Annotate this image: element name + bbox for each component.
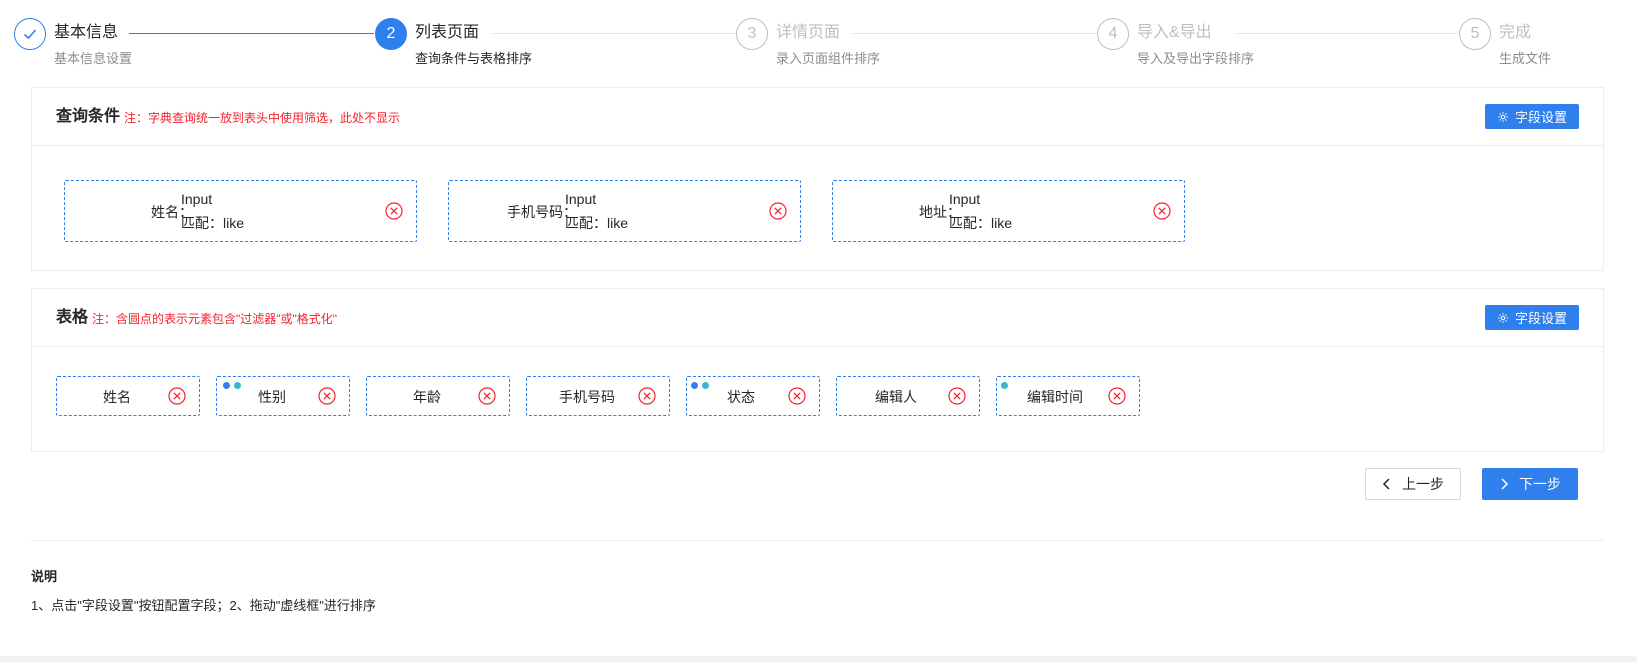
query-item-phone[interactable]: 手机号码： Input 匹配：like [448,180,801,242]
remove-circle-icon[interactable] [1107,386,1127,406]
query-item-name[interactable]: 姓名： Input 匹配：like [64,180,417,242]
chevron-right-icon [1501,478,1509,490]
query-title: 查询条件 [56,108,121,125]
format-dot [702,382,709,389]
next-step-label: 下一步 [1519,476,1561,492]
step-number: 4 [1097,18,1129,50]
remove-circle-icon[interactable] [384,201,404,221]
step-title: 基本信息 [54,24,119,41]
query-item-type: Input [181,191,213,207]
divider [31,540,1604,541]
step-desc: 导入及导出字段排序 [1137,51,1255,66]
chevron-left-icon [1382,478,1390,490]
query-item-address[interactable]: 地址： Input 匹配：like [832,180,1185,242]
remove-circle-icon[interactable] [787,386,807,406]
table-field-settings-label: 字段设置 [1514,311,1567,326]
column-label: 编辑时间 [1027,389,1083,405]
step-desc: 录入页面组件排序 [776,51,881,66]
step-list-page[interactable]: 2 列表页面 查询条件与表格排序 [375,16,736,76]
column-item-age[interactable]: 年龄 [366,376,510,416]
remove-circle-icon[interactable] [477,386,497,406]
description-title: 说明 [31,569,58,584]
step-import-export[interactable]: 4 导入&导出 导入及导出字段排序 [1097,16,1458,76]
bottom-strip [0,656,1637,662]
filter-dot [691,382,698,389]
step-desc: 基本信息设置 [54,51,133,66]
gear-icon [1498,312,1508,323]
step-title: 列表页面 [415,24,480,41]
step-title: 导入&导出 [1137,24,1212,41]
remove-circle-icon[interactable] [1152,201,1172,221]
column-label: 状态 [727,389,755,405]
format-dot [234,382,241,389]
column-label: 年龄 [413,389,441,405]
table-note: 注：含圆点的表示元素包含"过滤器"或"格式化" [92,312,338,326]
column-item-gender[interactable]: 性别 [216,376,350,416]
remove-circle-icon[interactable] [167,386,187,406]
table-field-settings-button[interactable]: 字段设置 [1485,305,1579,330]
prev-step-button[interactable]: 上一步 [1365,468,1461,500]
step-number: 2 [375,18,407,50]
query-card: 查询条件 注：字典查询统一放到表头中使用筛选，此处不显示 字段设置 姓名： In… [31,87,1604,271]
step-basic-info[interactable]: 基本信息 基本信息设置 [14,16,375,76]
column-item-status[interactable]: 状态 [686,376,820,416]
step-number: 3 [736,18,768,50]
column-item-phone[interactable]: 手机号码 [526,376,670,416]
filter-dot [223,382,230,389]
remove-circle-icon[interactable] [768,201,788,221]
query-item-match: 匹配：like [949,215,1013,231]
check-icon [14,18,46,50]
column-item-editor[interactable]: 编辑人 [836,376,980,416]
step-desc: 查询条件与表格排序 [415,51,533,66]
column-label: 姓名 [103,389,131,405]
column-label: 性别 [258,389,286,405]
steps-bar: 基本信息 基本信息设置 2 列表页面 查询条件与表格排序 3 详情页面 录入页面… [14,16,1624,76]
column-item-name[interactable]: 姓名 [56,376,200,416]
column-item-edit-time[interactable]: 编辑时间 [996,376,1140,416]
query-card-header: 查询条件 注：字典查询统一放到表头中使用筛选，此处不显示 字段设置 [32,88,1603,146]
step-number: 5 [1459,18,1491,50]
query-item-match: 匹配：like [565,215,629,231]
format-dot [1001,382,1008,389]
query-item-match: 匹配：like [181,215,245,231]
query-item-type: Input [565,191,597,207]
remove-circle-icon[interactable] [317,386,337,406]
step-detail-page[interactable]: 3 详情页面 录入页面组件排序 [736,16,1097,76]
step-title: 完成 [1499,24,1532,41]
gear-icon [1498,111,1508,122]
table-title: 表格 [56,309,89,326]
remove-circle-icon[interactable] [947,386,967,406]
step-title: 详情页面 [776,24,841,41]
query-item-type: Input [949,191,981,207]
query-field-settings-button[interactable]: 字段设置 [1485,104,1579,129]
column-label: 手机号码 [559,389,615,405]
table-card: 表格 注：含圆点的表示元素包含"过滤器"或"格式化" 字段设置 姓名 性别 年龄… [31,288,1604,452]
query-field-settings-label: 字段设置 [1514,110,1567,125]
remove-circle-icon[interactable] [637,386,657,406]
step-desc: 生成文件 [1499,51,1552,66]
next-step-button[interactable]: 下一步 [1482,468,1578,500]
column-label: 编辑人 [875,389,917,405]
description-text: 1、点击"字段设置"按钮配置字段；2、拖动"虚线框"进行排序 [31,598,376,613]
prev-step-label: 上一步 [1402,476,1444,492]
step-finish[interactable]: 5 完成 生成文件 [1459,16,1624,76]
table-card-header: 表格 注：含圆点的表示元素包含"过滤器"或"格式化" 字段设置 [32,289,1603,347]
query-note: 注：字典查询统一放到表头中使用筛选，此处不显示 [124,111,401,125]
